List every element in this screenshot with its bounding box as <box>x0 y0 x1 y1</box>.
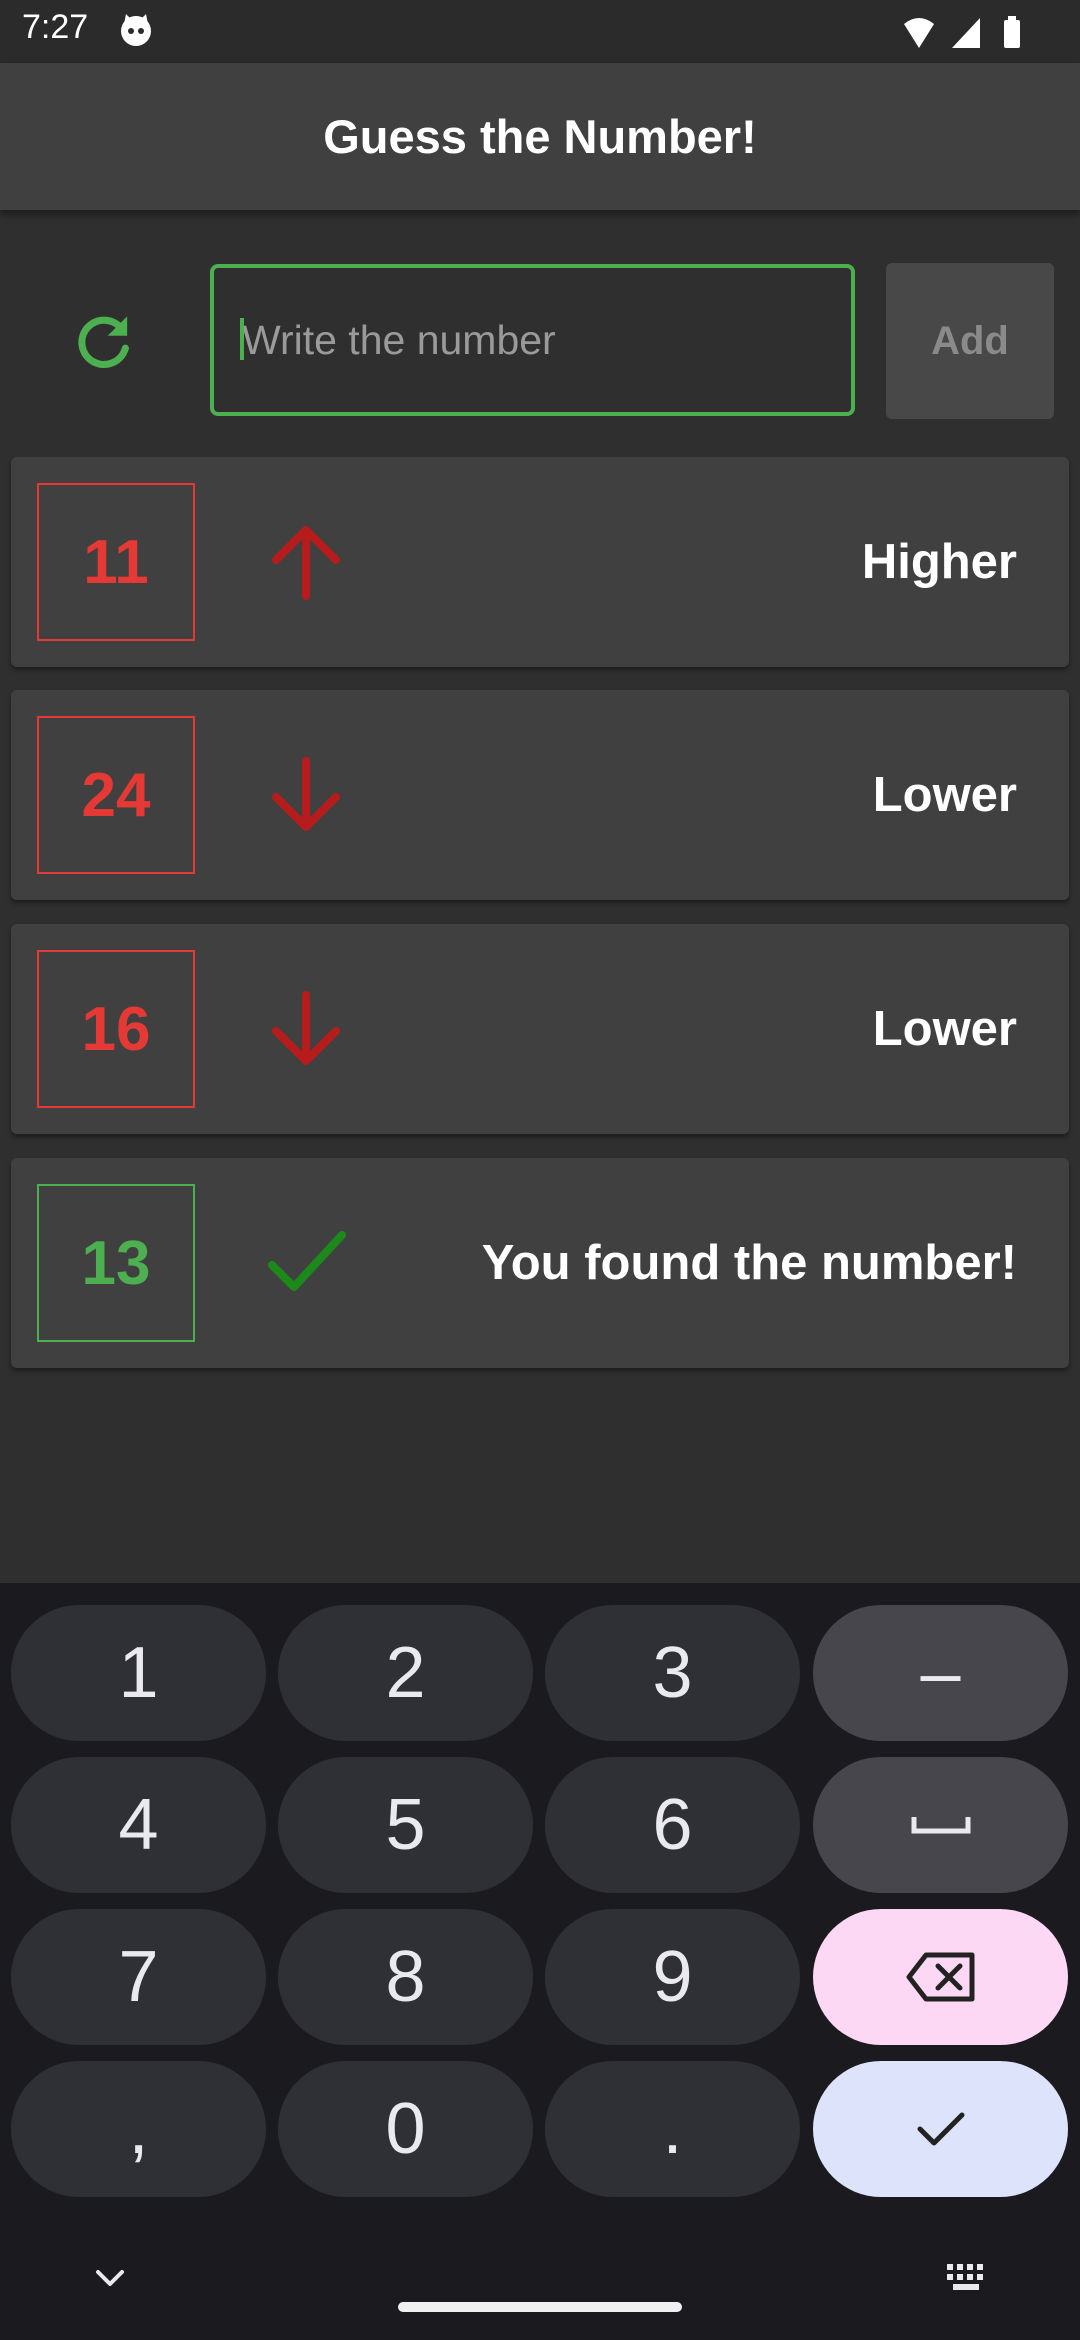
refresh-icon[interactable] <box>70 307 140 377</box>
wifi-icon <box>904 18 934 48</box>
number-input-field[interactable] <box>210 264 855 416</box>
number-input[interactable] <box>214 268 851 412</box>
key-3[interactable]: 3 <box>545 1605 800 1741</box>
key-6[interactable]: 6 <box>545 1757 800 1893</box>
guess-hint: Lower <box>872 768 1017 822</box>
key-9[interactable]: 9 <box>545 1909 800 2045</box>
guess-number: 11 <box>37 483 195 641</box>
key-period[interactable]: . <box>545 2061 800 2197</box>
guess-card: 11 Higher <box>11 457 1069 667</box>
arrow-down-icon <box>272 991 340 1065</box>
keyboard-hide-icon[interactable] <box>90 2258 130 2298</box>
home-indicator[interactable] <box>398 2302 682 2312</box>
guess-number: 24 <box>37 716 195 874</box>
space-icon <box>911 1817 970 1834</box>
arrow-down-icon <box>272 757 340 831</box>
text-cursor <box>240 318 244 360</box>
guess-card: 16 Lower <box>11 924 1069 1134</box>
guess-hint: Lower <box>872 1002 1017 1056</box>
backspace-icon <box>906 1952 974 2002</box>
keyboard-switch-icon[interactable] <box>945 2262 991 2294</box>
guess-card-correct: 13 You found the number! <box>11 1158 1069 1368</box>
key-8[interactable]: 8 <box>278 1909 533 2045</box>
key-space[interactable] <box>813 1757 1068 1893</box>
key-comma[interactable]: , <box>11 2061 266 2197</box>
guess-card: 24 Lower <box>11 690 1069 900</box>
status-icons <box>904 14 1054 50</box>
key-7[interactable]: 7 <box>11 1909 266 2045</box>
guess-number: 13 <box>37 1184 195 1342</box>
signal-icon <box>952 18 980 48</box>
key-backspace[interactable] <box>813 1909 1068 2045</box>
app-bar: Guess the Number! <box>0 63 1080 210</box>
guess-hint: You found the number! <box>481 1236 1017 1290</box>
key-2[interactable]: 2 <box>278 1605 533 1741</box>
status-time: 7:27 <box>22 8 89 46</box>
checkmark-icon <box>268 1231 346 1291</box>
arrow-up-icon <box>272 526 340 600</box>
key-minus[interactable]: – <box>813 1605 1068 1741</box>
guess-hint: Higher <box>861 535 1017 589</box>
status-bar: 7:27 <box>0 0 1080 63</box>
add-button[interactable]: Add <box>886 263 1054 419</box>
key-5[interactable]: 5 <box>278 1757 533 1893</box>
key-done[interactable] <box>813 2061 1068 2197</box>
key-4[interactable]: 4 <box>11 1757 266 1893</box>
app-notification-icon <box>118 12 154 48</box>
check-icon <box>917 2112 964 2146</box>
page-title: Guess the Number! <box>323 110 757 163</box>
key-0[interactable]: 0 <box>278 2061 533 2197</box>
battery-icon <box>1004 16 1020 48</box>
guess-number: 16 <box>37 950 195 1108</box>
key-1[interactable]: 1 <box>11 1605 266 1741</box>
